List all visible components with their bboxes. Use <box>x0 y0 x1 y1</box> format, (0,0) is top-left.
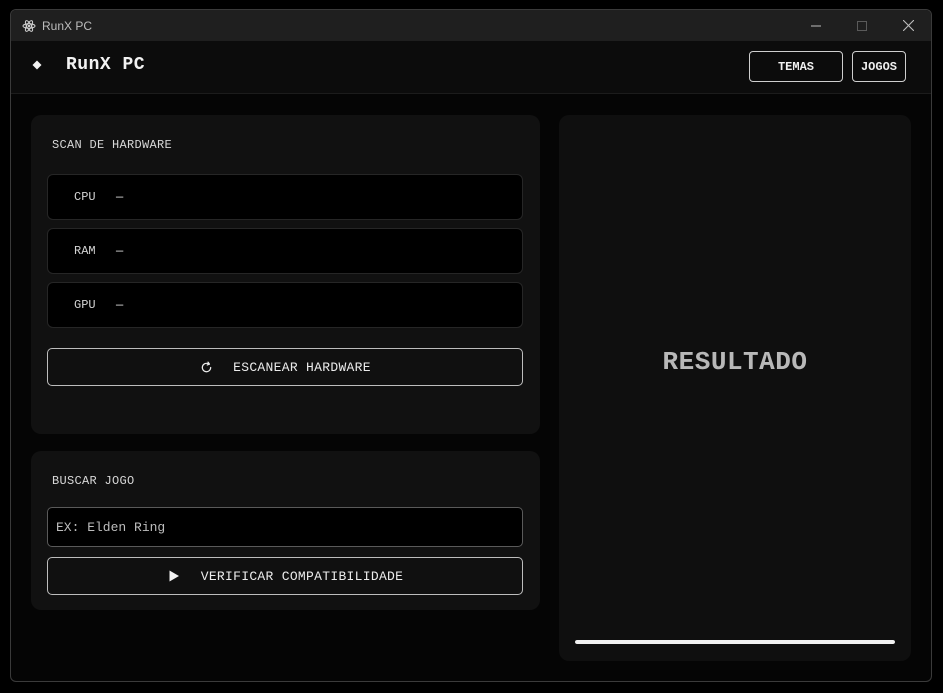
hardware-scan-panel: SCAN DE HARDWARE CPU — RAM — GPU — ESCAN… <box>31 115 540 434</box>
hardware-value: — <box>116 190 124 204</box>
progress-bar-fill <box>575 640 895 644</box>
hardware-label: CPU <box>74 190 96 204</box>
hardware-label: RAM <box>74 244 96 258</box>
scan-panel-title: SCAN DE HARDWARE <box>52 138 173 152</box>
play-icon <box>167 569 181 583</box>
close-icon <box>902 20 914 31</box>
result-label: RESULTADO <box>662 347 808 377</box>
scan-hardware-button[interactable]: ESCANEAR HARDWARE <box>47 348 523 386</box>
maximize-button[interactable] <box>839 10 885 41</box>
maximize-icon <box>857 20 867 31</box>
refresh-icon <box>199 360 213 374</box>
hardware-value: — <box>116 298 124 312</box>
hardware-label: GPU <box>74 298 96 312</box>
minimize-icon <box>811 25 821 26</box>
temas-button[interactable]: TEMAS <box>749 51 843 82</box>
hardware-row-gpu: GPU — <box>47 282 523 328</box>
app-header: RunX PC TEMAS JOGOS <box>11 41 931 94</box>
search-panel-title: BUSCAR JOGO <box>52 474 135 488</box>
game-search-input[interactable] <box>47 507 523 547</box>
hardware-value: — <box>116 244 124 258</box>
result-panel: RESULTADO <box>559 115 911 661</box>
app-window: RunX PC RunX PC TEMAS JOGOS SCAN DE HARD… <box>10 9 932 682</box>
close-button[interactable] <box>885 10 931 41</box>
hardware-row-cpu: CPU — <box>47 174 523 220</box>
verify-compatibility-button[interactable]: VERIFICAR COMPATIBILIDADE <box>47 557 523 595</box>
window-controls <box>793 10 931 41</box>
verify-button-label: VERIFICAR COMPATIBILIDADE <box>200 568 404 584</box>
diamond-icon <box>31 59 43 71</box>
game-search-panel: BUSCAR JOGO VERIFICAR COMPATIBILIDADE <box>31 451 540 610</box>
progress-bar <box>575 640 895 644</box>
window-titlebar[interactable]: RunX PC <box>11 10 931 41</box>
window-title: RunX PC <box>42 18 93 33</box>
app-title: RunX PC <box>66 55 146 75</box>
atom-icon <box>22 19 36 33</box>
jogos-button[interactable]: JOGOS <box>852 51 906 82</box>
scan-button-label: ESCANEAR HARDWARE <box>233 359 371 375</box>
minimize-button[interactable] <box>793 10 839 41</box>
hardware-row-ram: RAM — <box>47 228 523 274</box>
